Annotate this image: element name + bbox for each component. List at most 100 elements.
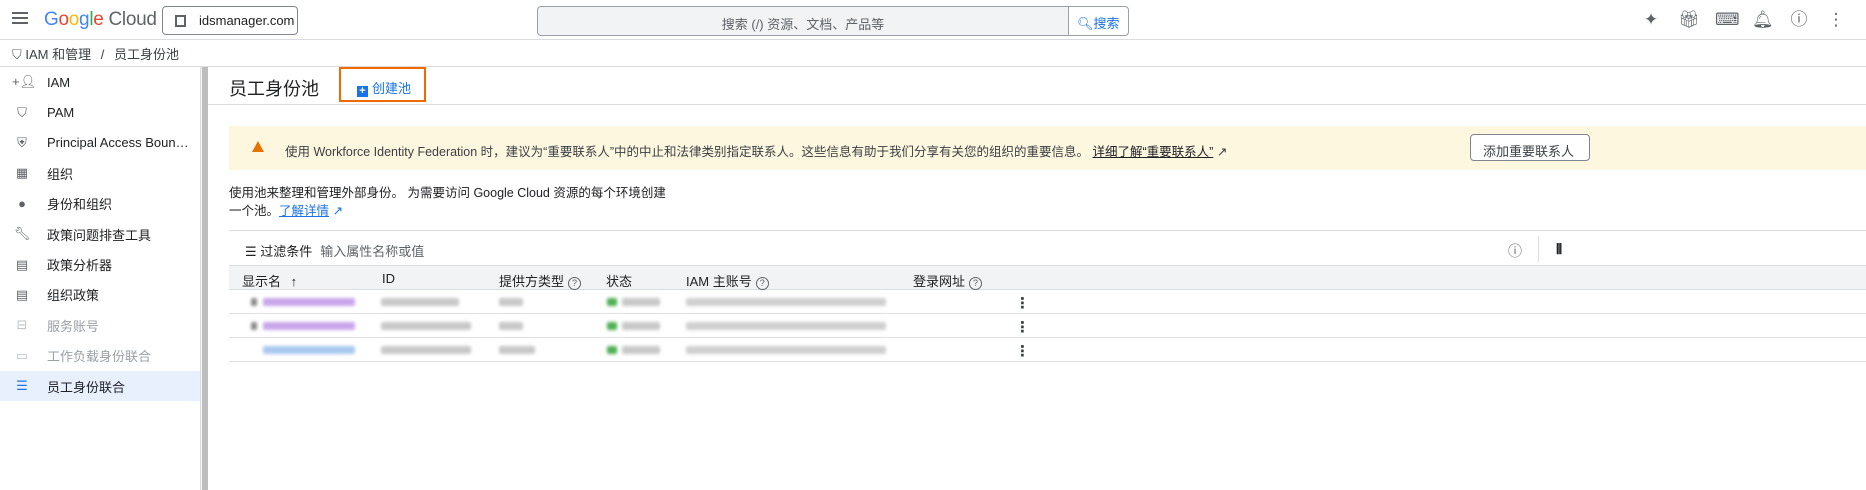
- more-vert-icon[interactable]: ⋮: [1826, 10, 1846, 30]
- project-picker[interactable]: idsmanager.com: [162, 6, 298, 35]
- gift-icon[interactable]: 🎁︎: [1678, 10, 1700, 30]
- sidebar-item-identity[interactable]: ● 身份和组织: [0, 189, 200, 219]
- help-icon[interactable]: ⓘ: [1508, 241, 1522, 261]
- more-actions-icon[interactable]: ⋮: [1015, 294, 1030, 312]
- redacted-cell: [686, 322, 886, 330]
- sidebar-item-service-accounts[interactable]: ⊟ 服务账号: [0, 310, 200, 340]
- filter-label: 过滤条件: [260, 244, 313, 259]
- table-row[interactable]: ⋮: [229, 290, 1866, 314]
- more-actions-icon[interactable]: ⋮: [1015, 318, 1030, 336]
- redacted-cell: [381, 298, 459, 306]
- page-description: 使用池来整理和管理外部身份。 为需要访问 Google Cloud 资源的每个环…: [229, 184, 669, 220]
- column-iam-principal[interactable]: IAM 主账号?: [686, 271, 769, 290]
- redacted-cell: [686, 346, 886, 354]
- sidebar-item-org-policies[interactable]: ▤ 组织政策: [0, 280, 200, 310]
- help-icon[interactable]: ⓘ: [1789, 10, 1809, 30]
- redacted-cell: [251, 298, 257, 306]
- search-icon: 🔍︎: [1077, 16, 1094, 31]
- list-icon: ☰: [16, 378, 28, 394]
- sidebar-item-label: 政策问题排查工具: [47, 227, 152, 243]
- filter-bar[interactable]: ☰ 过滤条件 输入属性名称或值: [245, 241, 424, 260]
- sidebar-scrollbar[interactable]: [200, 67, 208, 490]
- breadcrumb-parent[interactable]: IAM 和管理: [25, 47, 91, 62]
- sidebar-item-label: PAM: [47, 105, 75, 121]
- sidebar-item-workload-identity[interactable]: ▭ 工作负载身份联合: [0, 341, 200, 371]
- redacted-cell: [622, 298, 660, 306]
- search-placeholder: 搜索 (/) 资源、文档、产品等: [721, 17, 885, 32]
- column-label: 提供方类型: [499, 274, 565, 289]
- create-pool-label: 创建池: [372, 81, 412, 96]
- sidebar-item-label: 员工身份联合: [47, 379, 126, 395]
- building-icon: [175, 15, 186, 27]
- column-display-name[interactable]: 显示名 ↑: [242, 271, 297, 290]
- sort-ascending-icon[interactable]: ↑: [291, 274, 298, 289]
- search-button[interactable]: 🔍︎搜索: [1068, 7, 1128, 35]
- banner-text: 使用 Workforce Identity Federation 时，建议为“重…: [285, 145, 1090, 159]
- workload-icon: ▭: [15, 347, 29, 363]
- redacted-cell: [499, 298, 523, 306]
- divider: [1538, 236, 1539, 262]
- add-box-icon: +: [357, 86, 368, 97]
- redacted-name-link[interactable]: [263, 322, 355, 330]
- sidebar-item-label: 身份和组织: [47, 197, 113, 213]
- breadcrumb: ⛉ IAM 和管理 / 员工身份池: [12, 44, 179, 63]
- page-title: 员工身份池: [229, 79, 319, 99]
- sidebar-item-analyzer[interactable]: ▤ 政策分析器: [0, 249, 200, 279]
- banner-learn-more-link[interactable]: 详细了解“重要联系人”: [1093, 145, 1214, 159]
- sidebar-item-troubleshooter[interactable]: 🔧︎ 政策问题排查工具: [0, 219, 200, 249]
- table-row[interactable]: ⋮: [229, 338, 1866, 362]
- column-label: 登录网址: [913, 274, 966, 289]
- external-link-icon: ↗: [1216, 145, 1228, 159]
- status-icon: [607, 298, 617, 306]
- cloud-shell-icon[interactable]: ⌨: [1715, 10, 1740, 30]
- column-login-url[interactable]: 登录网址?: [913, 271, 983, 290]
- divider: [229, 230, 1866, 231]
- sidebar-item-workforce-identity[interactable]: ☰ 员工身份联合: [0, 370, 200, 402]
- sidebar-item-pam[interactable]: ⛉ PAM: [0, 97, 200, 127]
- sidebar-item-label: 组织政策: [47, 288, 100, 304]
- redacted-name-link[interactable]: [263, 346, 355, 354]
- sidebar-item-label: 政策分析器: [47, 258, 113, 274]
- table-row[interactable]: ⋮: [229, 314, 1866, 338]
- sidebar-item-label: 组织: [47, 166, 74, 182]
- redacted-cell: [499, 346, 535, 354]
- sidebar-item-organization[interactable]: ▦ 组织: [0, 158, 200, 188]
- redacted-cell: [381, 322, 471, 330]
- shield-icon: ⛉: [12, 47, 22, 62]
- create-pool-button[interactable]: + 创建池: [339, 67, 426, 102]
- more-actions-icon[interactable]: ⋮: [1015, 342, 1030, 360]
- status-icon: [607, 346, 617, 354]
- sidebar-item-pab[interactable]: ⛨ Principal Access Boun…: [0, 128, 200, 158]
- project-name: idsmanager.com: [199, 13, 295, 28]
- essential-contacts-banner: 使用 Workforce Identity Federation 时，建议为“重…: [229, 126, 1866, 170]
- status-icon: [607, 322, 617, 330]
- person-add-icon: +👤︎: [12, 74, 37, 90]
- help-icon[interactable]: ?: [568, 277, 582, 290]
- add-essential-contacts-button[interactable]: 添加重要联系人: [1470, 134, 1590, 161]
- help-icon[interactable]: ?: [969, 277, 983, 290]
- warning-icon: [252, 141, 264, 152]
- column-provider-type[interactable]: 提供方类型?: [499, 271, 582, 290]
- google-cloud-logo[interactable]: Google Cloud: [44, 9, 157, 31]
- search-input[interactable]: 搜索 (/) 资源、文档、产品等 🔍︎搜索: [537, 6, 1129, 36]
- redacted-cell: [381, 346, 471, 354]
- account-circle-icon: ●: [18, 196, 26, 212]
- sidebar-item-label: 服务账号: [47, 318, 100, 334]
- sidebar-item-iam[interactable]: +👤︎ IAM: [0, 67, 200, 97]
- list-doc-icon: ▤: [15, 286, 29, 302]
- learn-more-link[interactable]: 了解详情: [279, 204, 329, 218]
- menu-icon[interactable]: [12, 12, 28, 24]
- column-display-icon[interactable]: ⦀: [1556, 241, 1562, 258]
- redacted-name-link[interactable]: [263, 298, 355, 306]
- filter-input[interactable]: 输入属性名称或值: [320, 244, 424, 259]
- sidebar-item-label: 工作负载身份联合: [47, 349, 152, 365]
- column-status[interactable]: 状态: [606, 271, 632, 290]
- breadcrumb-separator: /: [100, 47, 105, 62]
- top-bar: Google Cloud idsmanager.com 搜索 (/) 资源、文档…: [0, 0, 1866, 40]
- notifications-icon[interactable]: 🔔︎: [1752, 10, 1774, 30]
- gemini-sparkle-icon[interactable]: ✦: [1641, 10, 1661, 30]
- column-id[interactable]: ID: [382, 271, 395, 286]
- divider: [0, 66, 1866, 67]
- filter-icon: ☰: [245, 244, 257, 259]
- help-icon[interactable]: ?: [755, 277, 769, 290]
